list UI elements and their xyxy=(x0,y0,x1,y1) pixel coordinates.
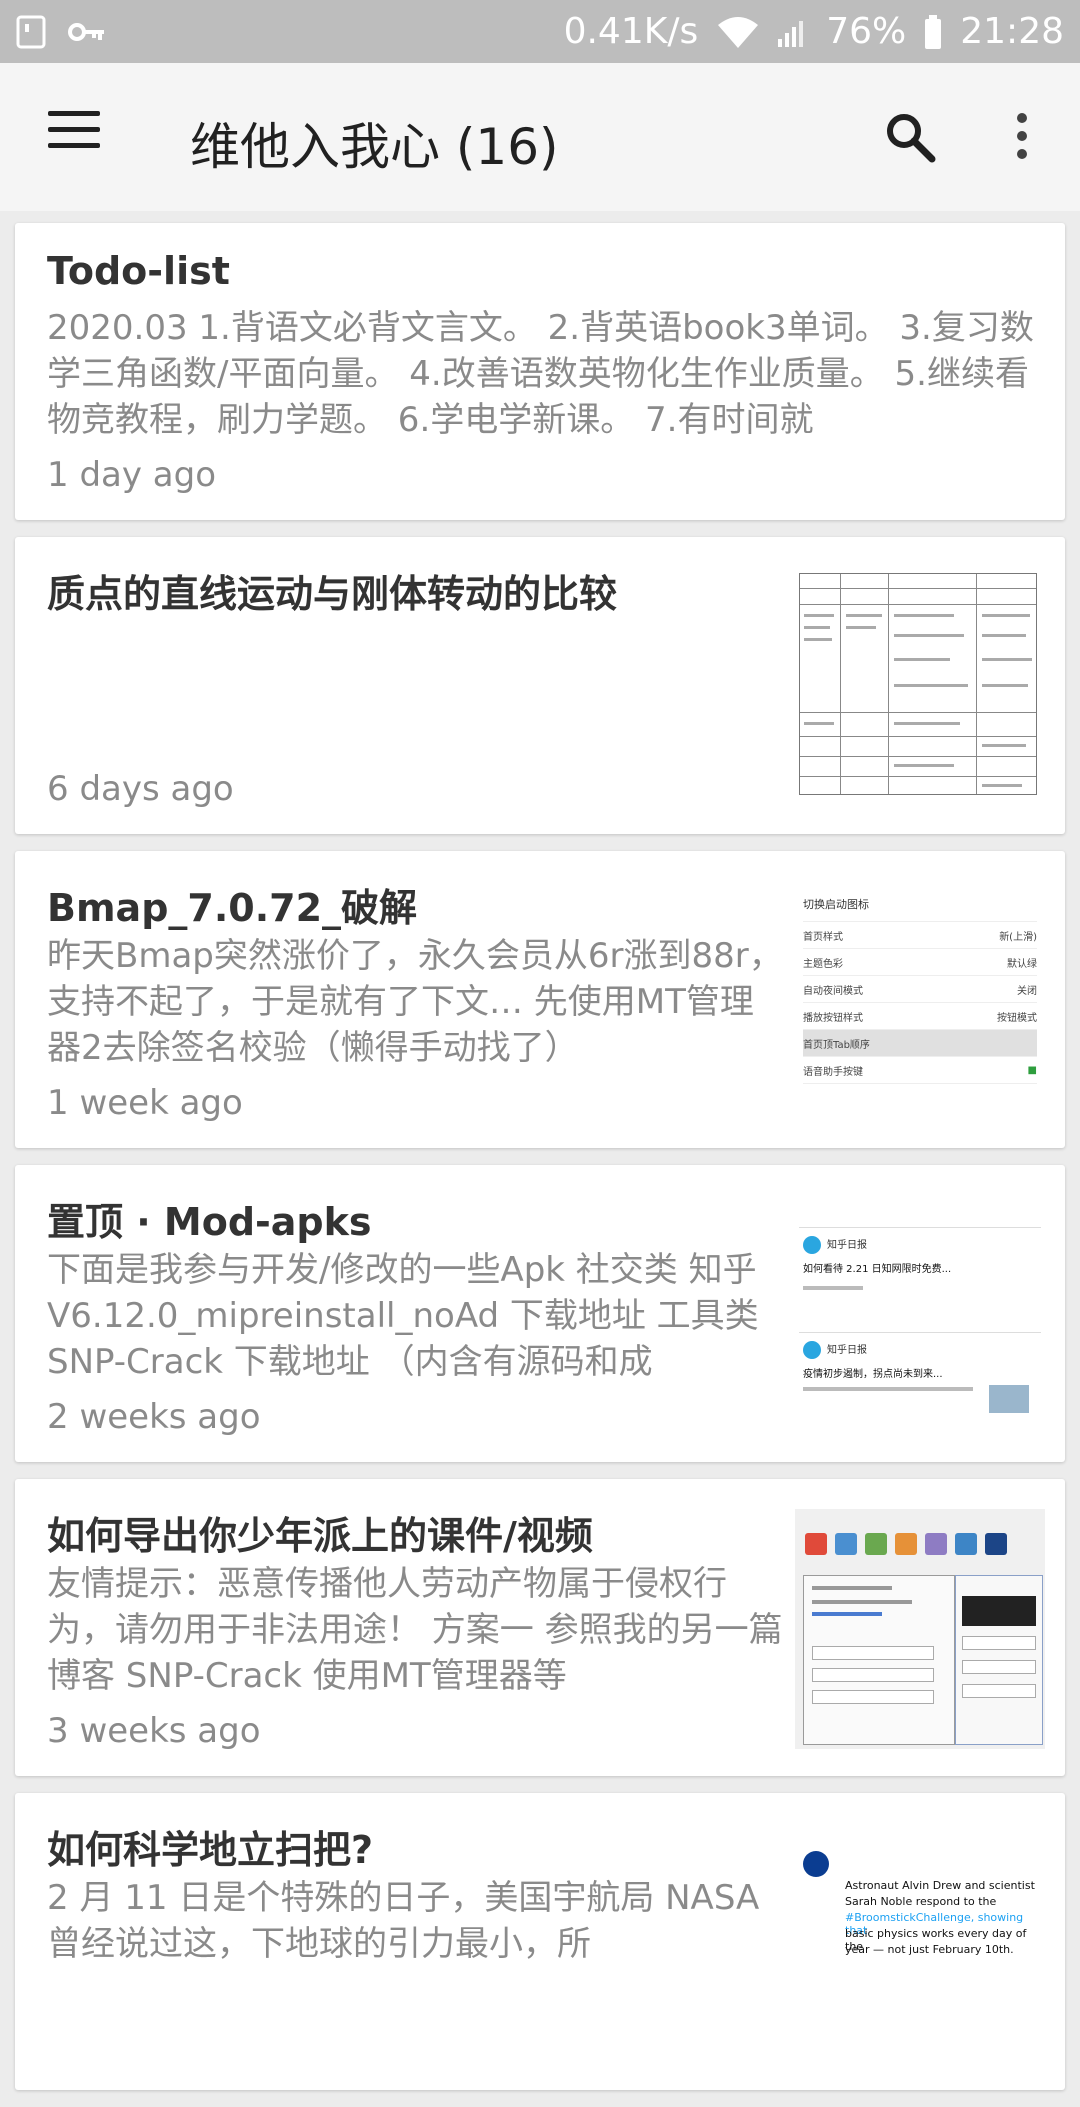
network-speed: 0.41K/s xyxy=(563,11,699,52)
post-time: 1 day ago xyxy=(47,455,217,495)
post-thumbnail xyxy=(795,1509,1045,1749)
post-card[interactable]: Todo-list 2020.03 1.背语文必背文言文。 2.背英语book3… xyxy=(15,223,1065,520)
post-excerpt: 下面是我参与开发/修改的一些Apk 社交类 知乎V6.12.0_mipreins… xyxy=(47,1250,759,1382)
thumb-text: Sarah Noble respond to the xyxy=(845,1895,997,1908)
thumb-text: 疫情初步遏制，拐点尚未到来... xyxy=(803,1369,943,1380)
status-bar: 0.41K/s 76% 21:28 xyxy=(0,0,1080,63)
post-title: 如何科学地立扫把? xyxy=(47,1828,374,1872)
post-title: 如何导出你少年派上的课件/视频 xyxy=(47,1514,593,1558)
thumb-text: 自动夜间模式 xyxy=(803,985,863,997)
post-card[interactable]: 置顶 · Mod-apks 下面是我参与开发/修改的一些Apk 社交类 知乎V6… xyxy=(15,1165,1065,1462)
post-card[interactable]: 质点的直线运动与刚体转动的比较 6 days ago xyxy=(15,537,1065,834)
thumb-text: 新(上滑) xyxy=(999,931,1037,943)
post-thumbnail: 知乎日报 如何看待 2.21 日知网限时免费... 知乎日报 疫情初步遏制，拐点… xyxy=(795,1195,1045,1435)
sim-card-icon xyxy=(16,15,46,49)
post-time: 1 week ago xyxy=(47,1083,243,1123)
post-card[interactable]: 如何导出你少年派上的课件/视频 友情提示：恶意传播他人劳动产物属于侵权行为，请勿… xyxy=(15,1479,1065,1776)
post-time: 6 days ago xyxy=(47,769,234,809)
app-bar: 维他入我心 (16) xyxy=(0,63,1080,211)
post-thumbnail xyxy=(795,567,1045,807)
post-title: Todo-list xyxy=(47,249,230,293)
thumb-text: year — not just February 10th. xyxy=(845,1943,1014,1956)
thumb-text: 播放按钮样式 xyxy=(803,1012,863,1024)
thumb-text: 语音助手按键 xyxy=(803,1066,863,1078)
post-thumbnail: Astronaut Alvin Drew and scientist Sarah… xyxy=(795,1823,1045,2063)
post-excerpt: 昨天Bmap突然涨价了，永久会员从6r涨到88r，支持不起了，于是就有了下文… … xyxy=(47,936,783,1068)
thumb-text: 切换启动图标 xyxy=(803,887,1037,922)
post-time: 2 weeks ago xyxy=(47,1397,261,1437)
thumb-text: 关闭 xyxy=(1017,985,1037,997)
post-card[interactable]: 如何科学地立扫把? 2 月 11 日是个特殊的日子，美国宇航局 NASA 曾经说… xyxy=(15,1793,1065,2090)
more-vert-icon[interactable] xyxy=(1012,113,1032,161)
clock: 21:28 xyxy=(960,11,1064,52)
thumb-text: 知乎日报 xyxy=(827,1345,867,1356)
post-excerpt: 2020.03 1.背语文必背文言文。 2.背英语book3单词。 3.复习数学… xyxy=(47,308,1034,440)
post-thumbnail: 切换启动图标 首页样式 新(上滑) 主题色彩 默认绿 自动夜间模式 关闭 播放按钮样式… xyxy=(795,881,1045,1121)
post-title: 置顶 · Mod-apks xyxy=(47,1200,372,1244)
search-icon[interactable] xyxy=(884,111,936,163)
thumb-text: 如何看待 2.21 日知网限时免费... xyxy=(803,1264,952,1275)
post-card[interactable]: Bmap_7.0.72_破解 昨天Bmap突然涨价了，永久会员从6r涨到88r，… xyxy=(15,851,1065,1148)
post-list: Todo-list 2020.03 1.背语文必背文言文。 2.背英语book3… xyxy=(15,223,1065,2107)
post-excerpt xyxy=(47,619,787,757)
signal-icon xyxy=(778,17,808,47)
battery-icon xyxy=(924,14,942,49)
vpn-key-icon xyxy=(68,20,106,44)
post-excerpt: 2 月 11 日是个特殊的日子，美国宇航局 NASA 曾经说过这，下地球的引力最… xyxy=(47,1878,760,1964)
thumb-text: Astronaut Alvin Drew and scientist xyxy=(845,1879,1035,1892)
thumb-text: 首页样式 xyxy=(803,931,843,943)
thumb-text: 默认绿 xyxy=(1007,958,1037,970)
post-title: Bmap_7.0.72_破解 xyxy=(47,886,418,930)
thumb-text: 主题色彩 xyxy=(803,958,843,970)
page-title: 维他入我心 (16) xyxy=(190,118,559,176)
post-title: 质点的直线运动与刚体转动的比较 xyxy=(47,572,618,616)
post-time: 3 weeks ago xyxy=(47,1711,261,1751)
battery-percent: 76% xyxy=(826,11,907,52)
post-excerpt: 友情提示：恶意传播他人劳动产物属于侵权行为，请勿用于非法用途！ 方案一 参照我的… xyxy=(47,1564,783,1696)
thumb-text: 首页顶Tab顺序 xyxy=(803,1039,870,1051)
thumb-text: 按钮模式 xyxy=(997,1012,1037,1024)
thumb-text: 知乎日报 xyxy=(827,1240,867,1251)
hamburger-menu-icon[interactable] xyxy=(48,111,100,151)
wifi-icon xyxy=(716,15,760,49)
